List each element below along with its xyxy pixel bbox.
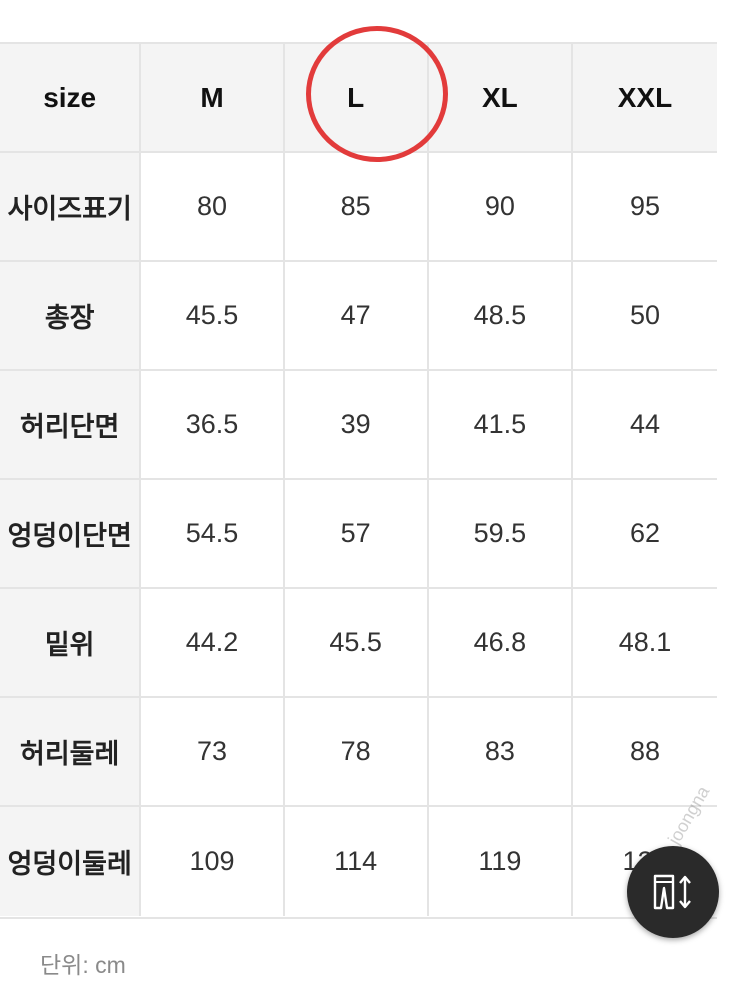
table-row: 허리둘레 73 78 83 88 [0,698,717,807]
table-cell: 50 [629,300,660,330]
table-cell: 48.5 [429,262,573,369]
row-label: 총장 [0,262,142,369]
size-chart-page: size M L XL XXL 사이즈표기 80 85 90 95 총장 45.… [0,0,750,1000]
table-cell: 80 [141,153,285,260]
table-row: 사이즈표기 80 85 90 95 [0,153,717,262]
table-row: 밑위 44.2 45.5 46.8 48.1 [0,589,717,698]
row-label: 엉덩이둘레 [0,807,142,916]
header-cell-l: L [284,44,429,151]
table-cell: 45.5 [285,589,429,696]
table-row: 엉덩이단면 54.5 57 59.5 62 [0,480,717,589]
table-cell: 41.5 [429,371,573,478]
row-label: 허리단면 [0,371,142,478]
table-cell: 48.1 [618,627,672,657]
header-cell-xxl: XXL [572,44,717,151]
header-cell-size: size [0,44,142,151]
table-cell: 62 [629,518,660,548]
table-row: 총장 45.5 47 48.5 50 [0,262,717,371]
table-cell: 44.2 [141,589,285,696]
table-cell: 83 [429,698,573,805]
unit-note: 단위: cm [40,952,126,978]
size-table: size M L XL XXL 사이즈표기 80 85 90 95 총장 45.… [0,42,717,919]
table-cell: 78 [285,698,429,805]
header-cell-m: M [141,44,285,151]
table-cell: 47 [285,262,429,369]
table-cell: 57 [285,480,429,587]
table-cell: 45.5 [141,262,285,369]
table-cell: 36.5 [141,371,285,478]
table-cell: 90 [429,153,573,260]
table-row: 엉덩이둘레 109 114 119 124 [0,807,717,916]
table-cell: 95 [629,191,660,221]
row-label: 엉덩이단면 [0,480,142,587]
table-cell: 114 [285,807,429,916]
table-cell: 54.5 [141,480,285,587]
table-cell: 39 [285,371,429,478]
row-label: 밑위 [0,589,142,696]
table-cell: 73 [141,698,285,805]
pants-measure-icon [653,874,691,910]
table-cell: 44 [629,409,660,439]
table-cell: 46.8 [429,589,573,696]
size-guide-button[interactable] [627,846,719,938]
table-cell: 85 [285,153,429,260]
table-cell: 59.5 [429,480,573,587]
table-cell: 119 [429,807,573,916]
table-header-row: size M L XL XXL [0,44,717,153]
table-cell: 109 [141,807,285,916]
row-label: 허리둘레 [0,698,142,805]
header-cell-xl: XL [428,44,573,151]
row-label: 사이즈표기 [0,153,142,260]
table-row: 허리단면 36.5 39 41.5 44 [0,371,717,480]
